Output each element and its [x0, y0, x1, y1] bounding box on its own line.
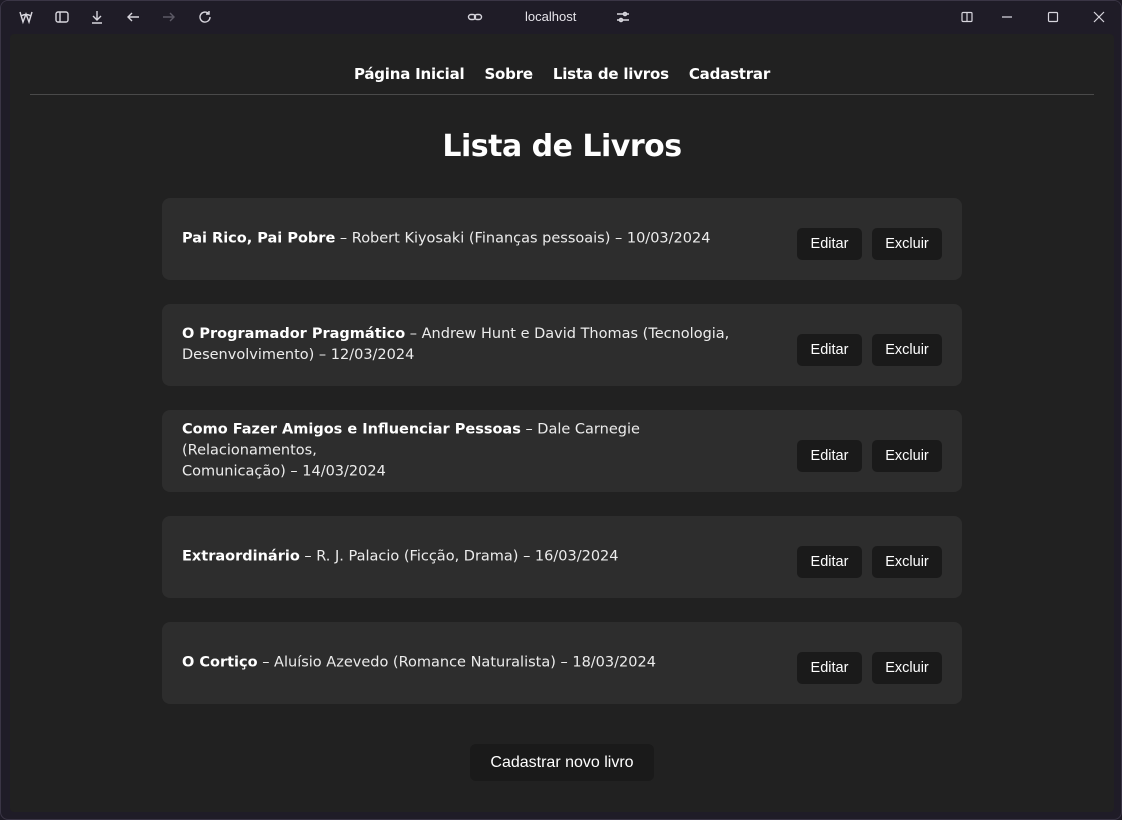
- book-details: – Andrew Hunt e David Thomas (Tecnologia…: [405, 326, 730, 342]
- link-icon: [465, 7, 485, 27]
- book-card: Extraordinário – R. J. Palacio (Ficção, …: [162, 516, 962, 598]
- site-settings-icon[interactable]: [613, 7, 633, 27]
- book-details-continued: Comunicação) – 14/03/2024: [182, 463, 386, 480]
- browser-window: localhost Página Inicial Sobre Lista de …: [0, 0, 1122, 820]
- page-title: Lista de Livros: [442, 129, 682, 164]
- book-title: Como Fazer Amigos e Influenciar Pessoas: [182, 421, 521, 438]
- book-title: Pai Rico, Pai Pobre: [182, 230, 336, 247]
- book-title: O Programador Pragmático: [182, 326, 406, 342]
- book-card: Pai Rico, Pai Pobre – Robert Kiyosaki (F…: [162, 198, 962, 280]
- page-viewport: Página Inicial Sobre Lista de livros Cad…: [10, 34, 1114, 812]
- browser-logo-icon[interactable]: [16, 7, 36, 27]
- delete-button[interactable]: Excluir: [872, 652, 942, 684]
- main-nav: Página Inicial Sobre Lista de livros Cad…: [30, 34, 1094, 95]
- edit-button[interactable]: Editar: [797, 228, 862, 260]
- book-title: O Cortiço: [182, 654, 258, 671]
- book-title: Extraordinário: [182, 548, 300, 565]
- nav-link-book-list[interactable]: Lista de livros: [553, 65, 669, 83]
- maximize-icon[interactable]: [1043, 7, 1063, 27]
- edit-button[interactable]: Editar: [797, 652, 862, 684]
- split-view-icon[interactable]: [957, 7, 977, 27]
- nav-link-register[interactable]: Cadastrar: [689, 65, 770, 83]
- book-card: Como Fazer Amigos e Influenciar Pessoas …: [162, 410, 962, 492]
- url-text: localhost: [525, 9, 577, 24]
- delete-button[interactable]: Excluir: [872, 546, 942, 578]
- nav-link-about[interactable]: Sobre: [484, 65, 533, 83]
- book-details: – Aluísio Azevedo (Romance Naturalista) …: [257, 654, 656, 671]
- close-icon[interactable]: [1089, 7, 1109, 27]
- title-bar: localhost: [1, 1, 1121, 34]
- book-description: O Programador Pragmático – Andrew Hunt e…: [182, 324, 772, 366]
- delete-button[interactable]: Excluir: [872, 228, 942, 260]
- back-arrow-icon[interactable]: [123, 7, 143, 27]
- book-description: Como Fazer Amigos e Influenciar Pessoas …: [182, 420, 772, 483]
- book-description: Extraordinário – R. J. Palacio (Ficção, …: [182, 547, 772, 568]
- forward-arrow-icon[interactable]: [159, 7, 179, 27]
- delete-button[interactable]: Excluir: [872, 440, 942, 472]
- edit-button[interactable]: Editar: [797, 546, 862, 578]
- book-card: O Cortiço – Aluísio Azevedo (Romance Nat…: [162, 622, 962, 704]
- reload-icon[interactable]: [195, 7, 215, 27]
- book-details: – Robert Kiyosaki (Finanças pessoais) – …: [335, 230, 711, 247]
- book-details: – R. J. Palacio (Ficção, Drama) – 16/03/…: [299, 548, 619, 565]
- book-description: O Cortiço – Aluísio Azevedo (Romance Nat…: [182, 653, 772, 674]
- address-bar[interactable]: localhost: [463, 7, 635, 28]
- book-card: O Programador Pragmático – Andrew Hunt e…: [162, 304, 962, 386]
- nav-link-home[interactable]: Página Inicial: [354, 65, 465, 83]
- book-details-continued: Desenvolvimento) – 12/03/2024: [182, 347, 415, 363]
- download-icon[interactable]: [87, 7, 107, 27]
- edit-button[interactable]: Editar: [797, 334, 862, 366]
- minimize-icon[interactable]: [997, 7, 1017, 27]
- edit-button[interactable]: Editar: [797, 440, 862, 472]
- delete-button[interactable]: Excluir: [872, 334, 942, 366]
- add-book-button[interactable]: Cadastrar novo livro: [470, 744, 654, 781]
- book-description: Pai Rico, Pai Pobre – Robert Kiyosaki (F…: [182, 229, 772, 250]
- sidebar-toggle-icon[interactable]: [52, 7, 72, 27]
